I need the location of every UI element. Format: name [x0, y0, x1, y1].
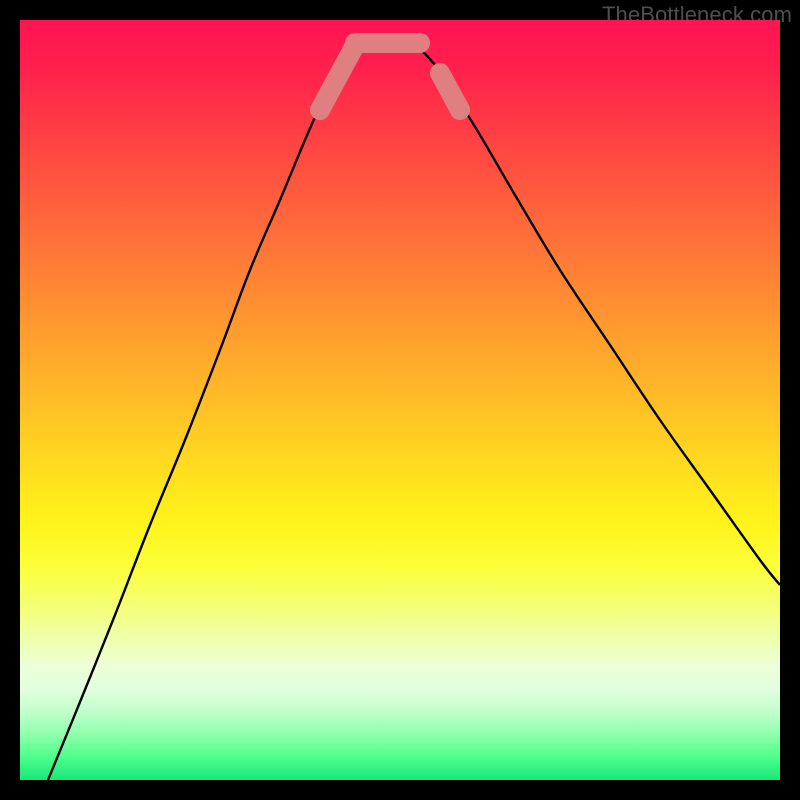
- chart-area: [20, 20, 780, 780]
- series-marker-right-rise: [440, 73, 460, 110]
- curve-svg: [20, 20, 780, 780]
- series-marker-left-descent: [320, 45, 355, 110]
- series-group: [48, 43, 780, 780]
- series-bottleneck-curve: [48, 45, 780, 780]
